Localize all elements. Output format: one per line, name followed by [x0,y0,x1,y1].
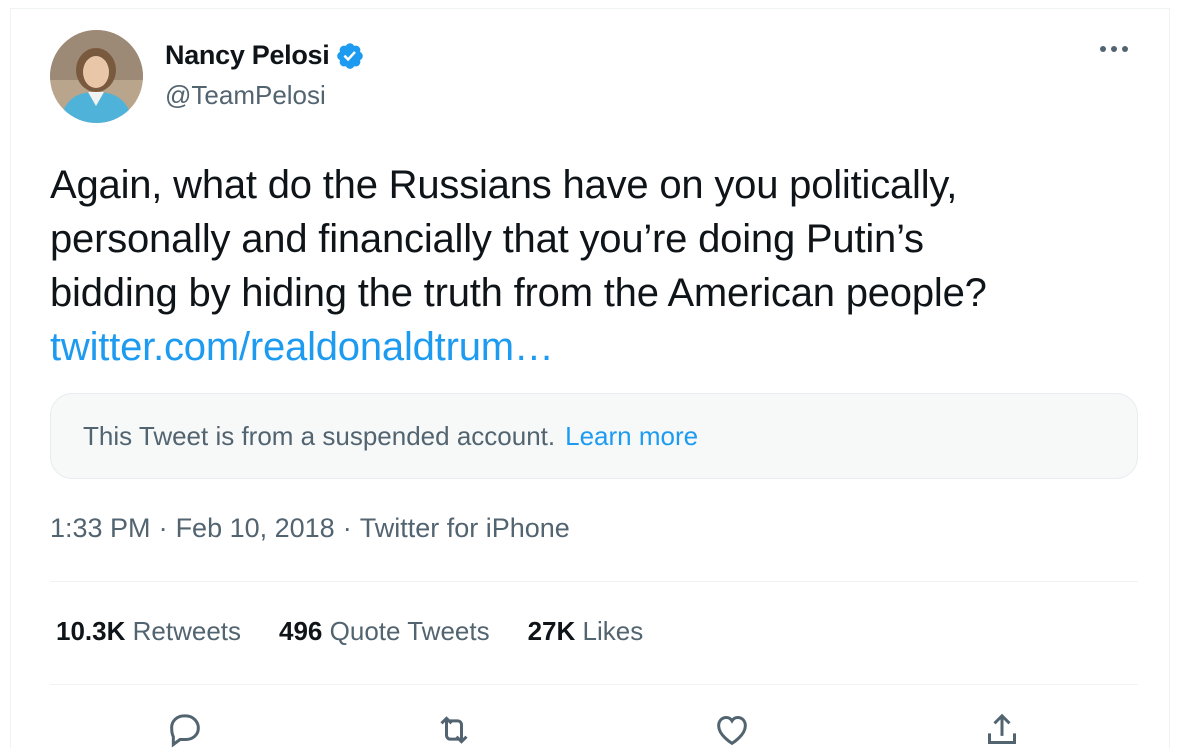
more-horizontal-icon[interactable] [1100,46,1128,52]
avatar[interactable] [50,30,143,123]
notice-text: This Tweet is from a suspended account. [83,420,556,451]
divider [50,684,1138,685]
likes-count: 27K [527,616,576,646]
tweet-link[interactable]: twitter.com/realdonaldtrum… [50,320,554,374]
tweet-text: Again, what do the Russians have on you … [50,158,1150,374]
likes-stat[interactable]: 27K Likes [528,616,644,647]
tweet-metadata: 1:33 PM · Feb 10, 2018 · Twitter for iPh… [50,513,570,544]
author-name-row[interactable]: Nancy Pelosi [165,40,365,71]
meta-separator: · [158,513,168,543]
retweets-count: 10.3K [56,616,126,646]
meta-separator: · [342,513,352,543]
engagement-stats: 10.3K Retweets 496 Quote Tweets 27K Like… [56,616,643,647]
tweet-time[interactable]: 1:33 PM [50,513,151,544]
quote-tweets-count: 496 [279,616,323,646]
learn-more-link[interactable]: Learn more [565,421,698,452]
tweet-source[interactable]: Twitter for iPhone [360,513,570,544]
divider [50,581,1138,582]
tweet-text-line: bidding by hiding the truth from the Ame… [50,271,987,315]
author-handle[interactable]: @TeamPelosi [165,80,326,111]
share-icon[interactable] [982,710,1022,750]
verified-badge-icon [335,41,365,71]
retweet-icon[interactable] [434,710,474,750]
action-bar [0,700,1200,748]
more-dot [1111,46,1117,52]
retweets-label: Retweets [132,616,242,646]
retweets-stat[interactable]: 10.3K Retweets [56,616,241,647]
reply-icon[interactable] [165,710,205,750]
tweet-date[interactable]: Feb 10, 2018 [176,513,335,544]
quote-tweets-label: Quote Tweets [329,616,490,646]
quote-tweets-stat[interactable]: 496 Quote Tweets [279,616,490,647]
heart-icon[interactable] [712,710,752,750]
tweet-text-line: Again, what do the Russians have on you … [50,163,958,207]
more-dot [1122,46,1128,52]
suspended-account-notice: This Tweet is from a suspended account. … [50,393,1138,479]
tweet-text-line: personally and financially that you’re d… [50,217,924,261]
author-name[interactable]: Nancy Pelosi [165,40,330,71]
likes-label: Likes [582,616,644,646]
more-dot [1100,46,1106,52]
avatar-image [50,30,143,123]
